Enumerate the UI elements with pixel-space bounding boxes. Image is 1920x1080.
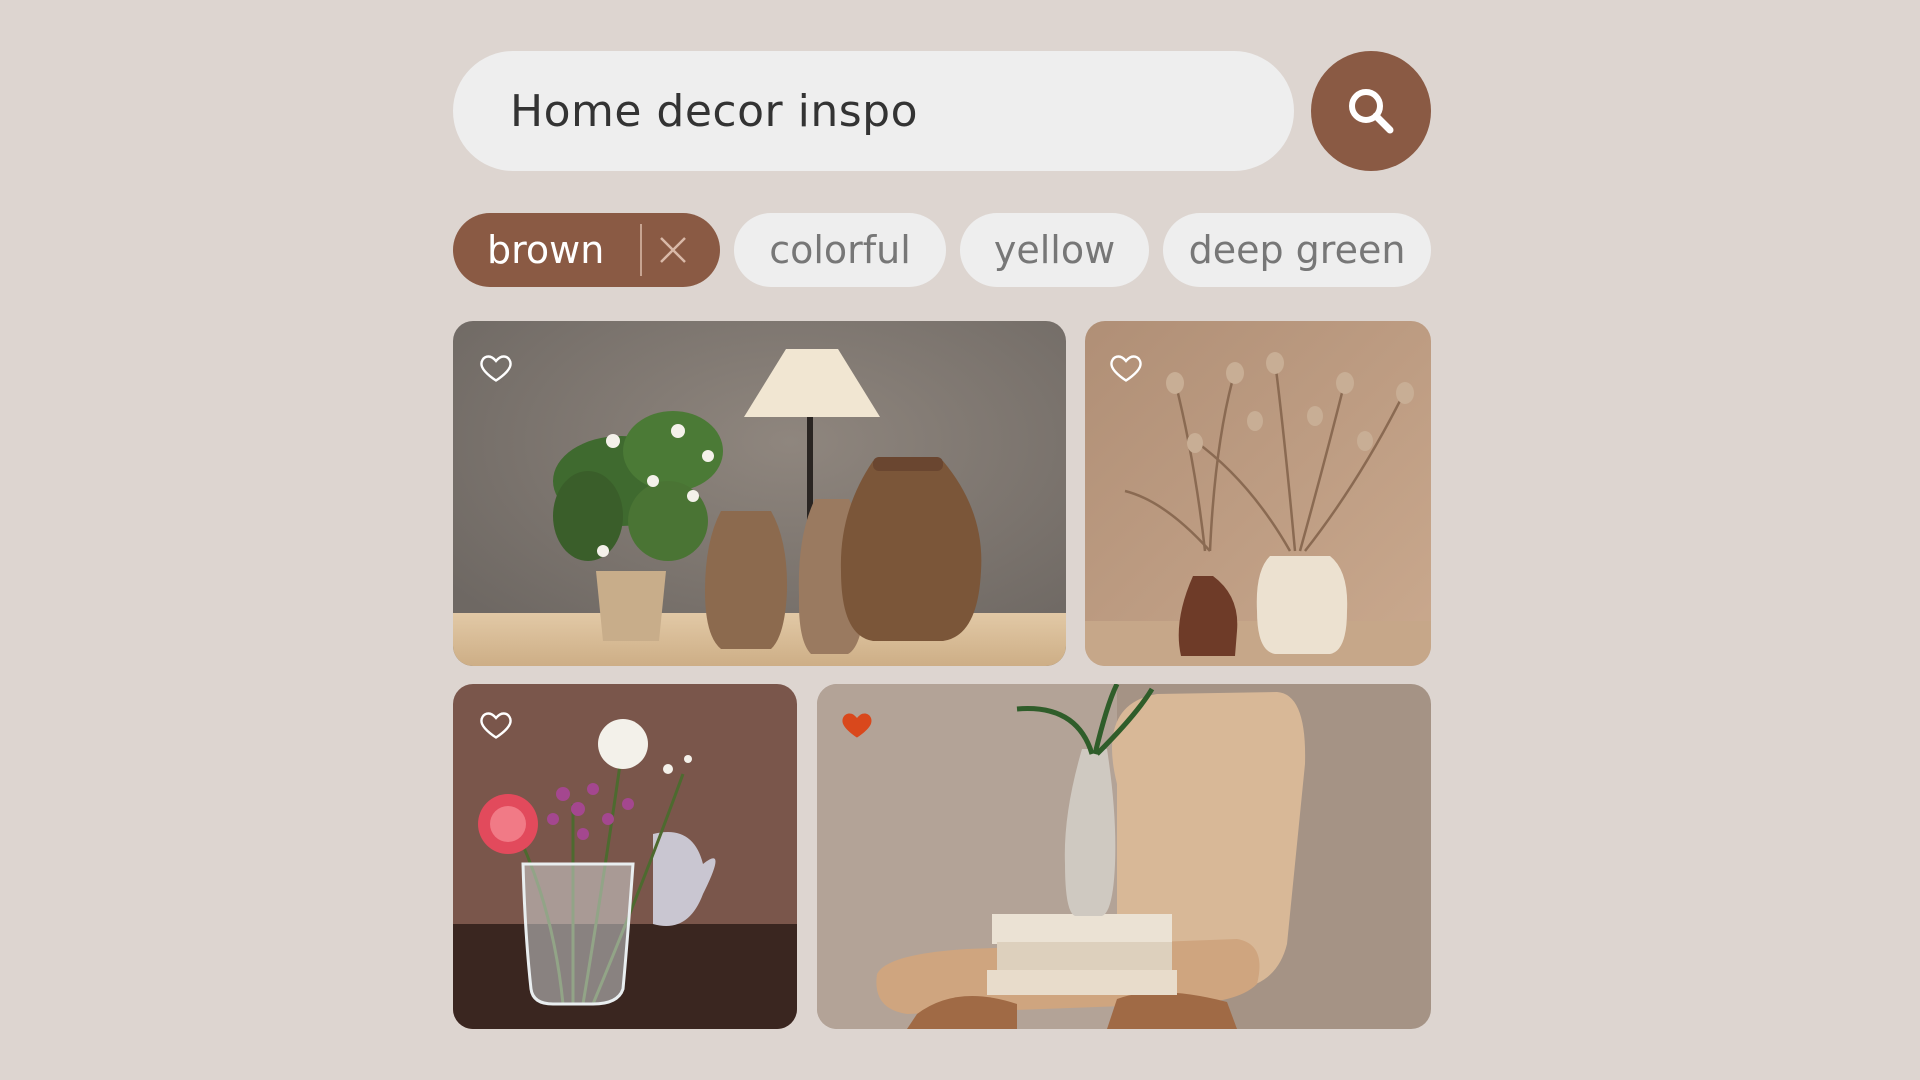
filter-chip-deep-green[interactable]: deep green: [1163, 213, 1431, 287]
result-card-wooden-chair[interactable]: [817, 684, 1431, 1029]
filter-chip-label: brown: [487, 228, 605, 272]
filter-chip-brown[interactable]: brown: [453, 213, 720, 287]
heart-icon-liked[interactable]: [839, 706, 875, 742]
result-card-vases-lamp[interactable]: [453, 321, 1066, 666]
heart-icon[interactable]: [1108, 349, 1144, 385]
filter-chip-label: colorful: [769, 228, 911, 272]
search-query-text: Home decor inspo: [510, 85, 918, 137]
filter-chip-label: yellow: [993, 228, 1116, 272]
result-card-flowers-jug[interactable]: [453, 684, 797, 1029]
close-icon: [660, 237, 687, 263]
filter-chip-colorful[interactable]: colorful: [734, 213, 946, 287]
result-image: [453, 321, 1066, 666]
result-image: [817, 684, 1431, 1029]
search-input[interactable]: Home decor inspo: [453, 51, 1294, 171]
remove-filter-button[interactable]: [658, 235, 688, 265]
filter-chip-yellow[interactable]: yellow: [960, 213, 1149, 287]
chip-divider: [640, 224, 643, 276]
filter-chip-label: deep green: [1188, 228, 1406, 272]
search-button[interactable]: [1311, 51, 1431, 171]
heart-icon[interactable]: [478, 706, 514, 742]
search-icon: [1349, 89, 1394, 134]
heart-icon[interactable]: [478, 349, 514, 385]
result-card-dried-flowers[interactable]: [1085, 321, 1431, 666]
